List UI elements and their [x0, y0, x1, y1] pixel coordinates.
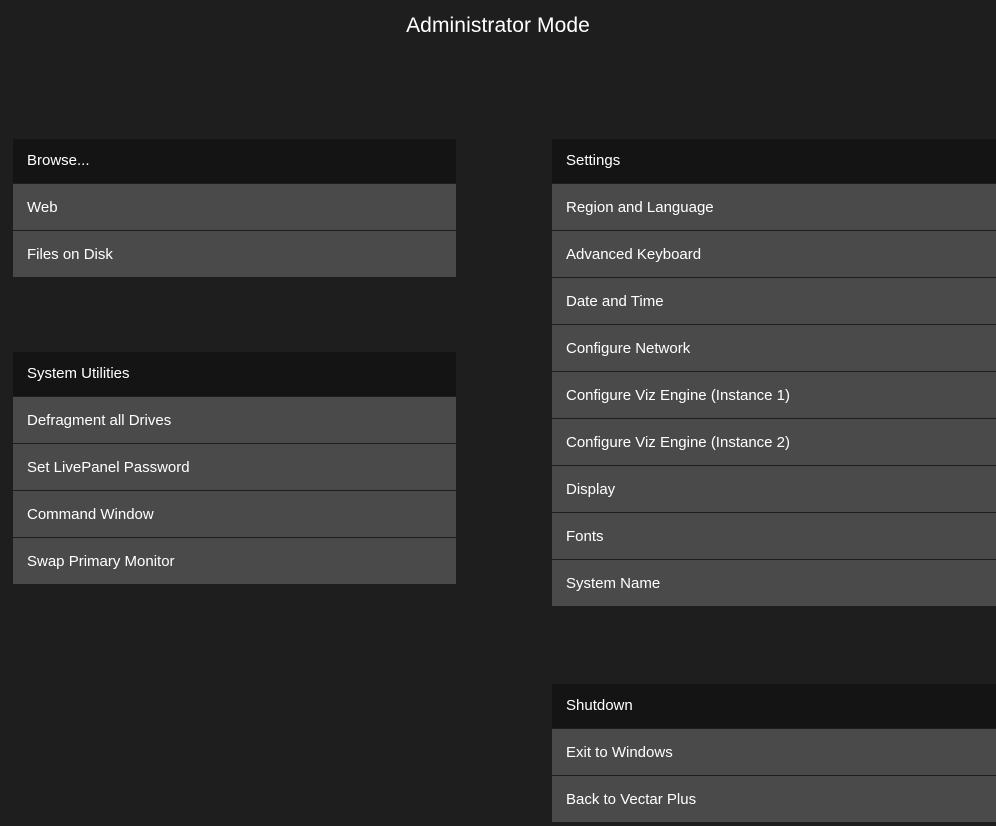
- browse-panel: Browse... Web Files on Disk: [13, 139, 456, 277]
- fonts-button[interactable]: Fonts: [552, 512, 996, 559]
- browse-files-on-disk-button[interactable]: Files on Disk: [13, 230, 456, 277]
- swap-primary-monitor-button[interactable]: Swap Primary Monitor: [13, 537, 456, 584]
- defragment-drives-button[interactable]: Defragment all Drives: [13, 396, 456, 443]
- browse-web-button[interactable]: Web: [13, 183, 456, 230]
- settings-panel: Settings Region and Language Advanced Ke…: [552, 139, 996, 606]
- configure-viz-engine-2-button[interactable]: Configure Viz Engine (Instance 2): [552, 418, 996, 465]
- region-language-button[interactable]: Region and Language: [552, 183, 996, 230]
- admin-mode-screen: Administrator Mode Browse... Web Files o…: [0, 0, 996, 826]
- back-to-vectar-plus-button[interactable]: Back to Vectar Plus: [552, 775, 996, 822]
- configure-viz-engine-1-button[interactable]: Configure Viz Engine (Instance 1): [552, 371, 996, 418]
- page-title: Administrator Mode: [406, 14, 590, 37]
- system-utilities-panel: System Utilities Defragment all Drives S…: [13, 352, 456, 584]
- browse-header: Browse...: [13, 139, 456, 183]
- shutdown-panel: Shutdown Exit to Windows Back to Vectar …: [552, 684, 996, 822]
- date-time-button[interactable]: Date and Time: [552, 277, 996, 324]
- set-livepanel-password-button[interactable]: Set LivePanel Password: [13, 443, 456, 490]
- system-name-button[interactable]: System Name: [552, 559, 996, 606]
- settings-header: Settings: [552, 139, 996, 183]
- shutdown-header: Shutdown: [552, 684, 996, 728]
- display-button[interactable]: Display: [552, 465, 996, 512]
- configure-network-button[interactable]: Configure Network: [552, 324, 996, 371]
- exit-to-windows-button[interactable]: Exit to Windows: [552, 728, 996, 775]
- advanced-keyboard-button[interactable]: Advanced Keyboard: [552, 230, 996, 277]
- command-window-button[interactable]: Command Window: [13, 490, 456, 537]
- system-utilities-header: System Utilities: [13, 352, 456, 396]
